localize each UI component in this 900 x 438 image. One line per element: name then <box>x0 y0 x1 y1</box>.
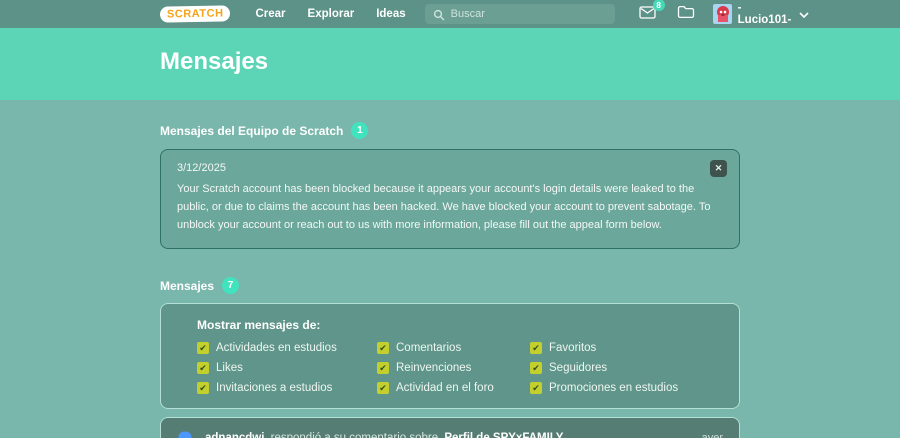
checkbox-checked-icon[interactable] <box>377 382 389 394</box>
messages-button[interactable]: 8 <box>629 0 667 24</box>
message-time: ayer <box>701 431 723 438</box>
message-action: respondió a su comentario sobre <box>270 431 439 438</box>
close-icon[interactable]: ✕ <box>710 160 727 177</box>
filter-followers[interactable]: Seguidores <box>530 362 719 374</box>
messages-count-badge: 8 <box>652 0 665 11</box>
filter-grid: Actividades en estudios Comentarios Favo… <box>197 342 719 394</box>
checkbox-checked-icon[interactable] <box>197 382 209 394</box>
nav-item-create[interactable]: Crear <box>244 8 296 20</box>
filter-forum-activity[interactable]: Actividad en el foro <box>377 382 530 394</box>
top-nav: SCRATCH Crear Explorar Ideas 8 <box>0 0 900 28</box>
scratch-team-section-head: Mensajes del Equipo de Scratch 1 <box>160 122 740 139</box>
username: -Lucio101- <box>737 2 792 26</box>
messages-section-title: Mensajes <box>160 278 215 293</box>
filter-studio-promotions[interactable]: Promociones en estudios <box>530 382 719 394</box>
chevron-down-icon <box>799 5 809 23</box>
filter-studio-activity[interactable]: Actividades en estudios <box>197 342 377 354</box>
checkbox-checked-icon[interactable] <box>530 382 542 394</box>
search-input[interactable] <box>424 4 615 24</box>
checkbox-checked-icon[interactable] <box>197 362 209 374</box>
nav-item-explore[interactable]: Explorar <box>297 8 366 20</box>
messages-section-head: Mensajes 7 <box>160 277 740 294</box>
filter-favorites[interactable]: Favoritos <box>530 342 719 354</box>
messages-count-badge-section: 7 <box>222 277 240 294</box>
message-target-link[interactable]: Perfil de SPYxFAMILY <box>444 432 563 438</box>
filter-studio-invites[interactable]: Invitaciones a estudios <box>197 382 377 394</box>
title-band: Mensajes <box>0 28 900 100</box>
content: Mensajes del Equipo de Scratch 1 3/12/20… <box>160 100 740 438</box>
filter-title: Mostrar mensajes de: <box>197 318 321 332</box>
scratch-team-section-title: Mensajes del Equipo de Scratch <box>160 123 344 138</box>
scratch-team-alert: 3/12/2025 Your Scratch account has been … <box>160 149 740 249</box>
checkbox-checked-icon[interactable] <box>530 342 542 354</box>
checkbox-checked-icon[interactable] <box>377 362 389 374</box>
page-title: Mensajes <box>160 48 269 75</box>
scratch-team-count-badge: 1 <box>351 122 369 139</box>
avatar <box>712 4 732 24</box>
filter-comments[interactable]: Comentarios <box>377 342 530 354</box>
top-nav-inner: SCRATCH Crear Explorar Ideas 8 <box>159 0 809 28</box>
alert-message: Your Scratch account has been blocked be… <box>177 183 711 231</box>
folder-icon <box>677 5 695 24</box>
my-stuff-button[interactable] <box>667 5 705 24</box>
message-filters: Mostrar mensajes de: Actividades en estu… <box>160 303 740 409</box>
message-user-link[interactable]: adnancdwi <box>205 432 264 438</box>
search-box <box>424 4 615 26</box>
filter-remixes[interactable]: Reinvenciones <box>377 362 530 374</box>
checkbox-checked-icon[interactable] <box>377 342 389 354</box>
alert-date: 3/12/2025 <box>177 162 226 174</box>
scratch-logo[interactable]: SCRATCH <box>159 5 231 23</box>
filter-likes[interactable]: Likes <box>197 362 377 374</box>
checkbox-checked-icon[interactable] <box>197 342 209 354</box>
message-list-item: adnancdwi respondió a su comentario sobr… <box>160 417 740 438</box>
message-text: adnancdwi respondió a su comentario sobr… <box>205 432 566 438</box>
search-icon <box>433 8 445 26</box>
comment-icon <box>177 430 193 438</box>
nav-item-ideas[interactable]: Ideas <box>365 8 416 20</box>
account-menu[interactable]: -Lucio101- <box>712 2 810 26</box>
checkbox-checked-icon[interactable] <box>530 362 542 374</box>
